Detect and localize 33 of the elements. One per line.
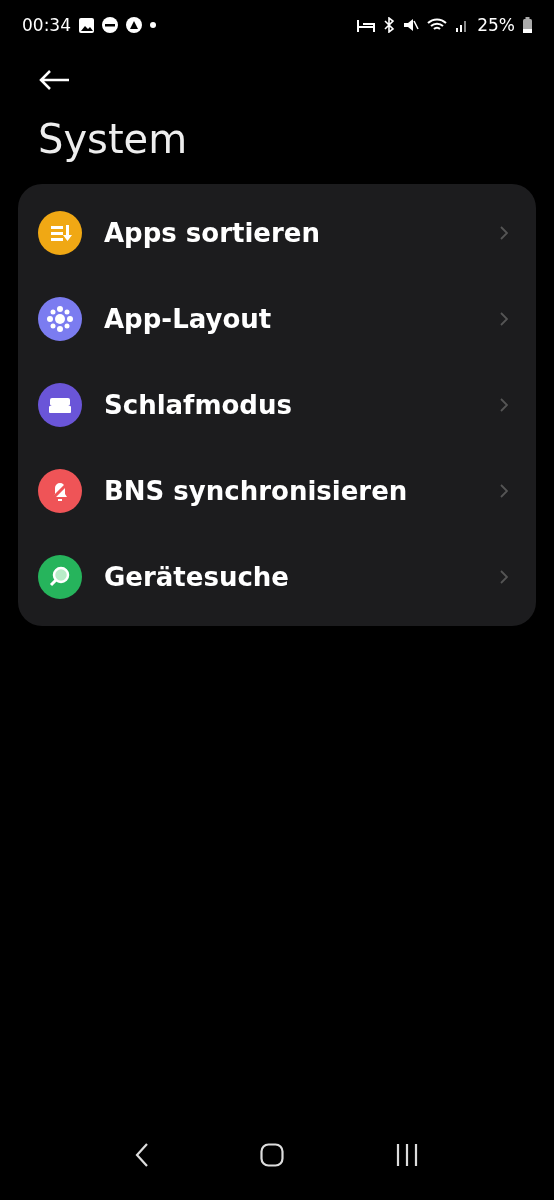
back-arrow-icon — [38, 69, 70, 91]
page-title: System — [38, 116, 189, 162]
do-not-disturb-icon — [102, 17, 118, 33]
chevron-icon — [500, 312, 508, 326]
item-label: Gerätesuche — [104, 562, 290, 592]
item-label: Schlafmodus — [104, 390, 293, 420]
recents-button[interactable] — [394, 1143, 419, 1167]
image-icon — [79, 17, 94, 33]
mute-icon — [403, 17, 420, 33]
settings-item[interactable]: App-Layout — [18, 276, 536, 362]
home-button[interactable] — [260, 1143, 284, 1167]
status-time: 00:34 — [22, 15, 71, 35]
dot-icon — [150, 22, 156, 28]
recents-icon — [394, 1143, 419, 1167]
settings-item[interactable]: BNS synchronisieren — [18, 448, 536, 534]
item-label: BNS synchronisieren — [104, 476, 409, 506]
back-icon — [135, 1142, 150, 1168]
settings-item[interactable]: Apps sortieren — [18, 190, 536, 276]
item-label: App-Layout — [104, 304, 273, 334]
settings-item[interactable]: Gerätesuche — [18, 534, 536, 620]
settings-item[interactable]: Schlafmodus — [18, 362, 536, 448]
chevron-icon — [500, 570, 508, 584]
chevron-icon — [500, 226, 508, 240]
battery-icon — [523, 17, 532, 33]
nav-back-button[interactable] — [135, 1142, 150, 1168]
home-icon — [260, 1143, 284, 1167]
chevron-icon — [500, 398, 508, 412]
bluetooth-icon — [383, 17, 396, 33]
item-label: Apps sortieren — [104, 218, 321, 248]
battery-percent: 25% — [477, 15, 515, 35]
chevron-icon — [500, 484, 508, 498]
bed-icon — [357, 18, 376, 32]
app-notification-icon — [126, 17, 142, 33]
